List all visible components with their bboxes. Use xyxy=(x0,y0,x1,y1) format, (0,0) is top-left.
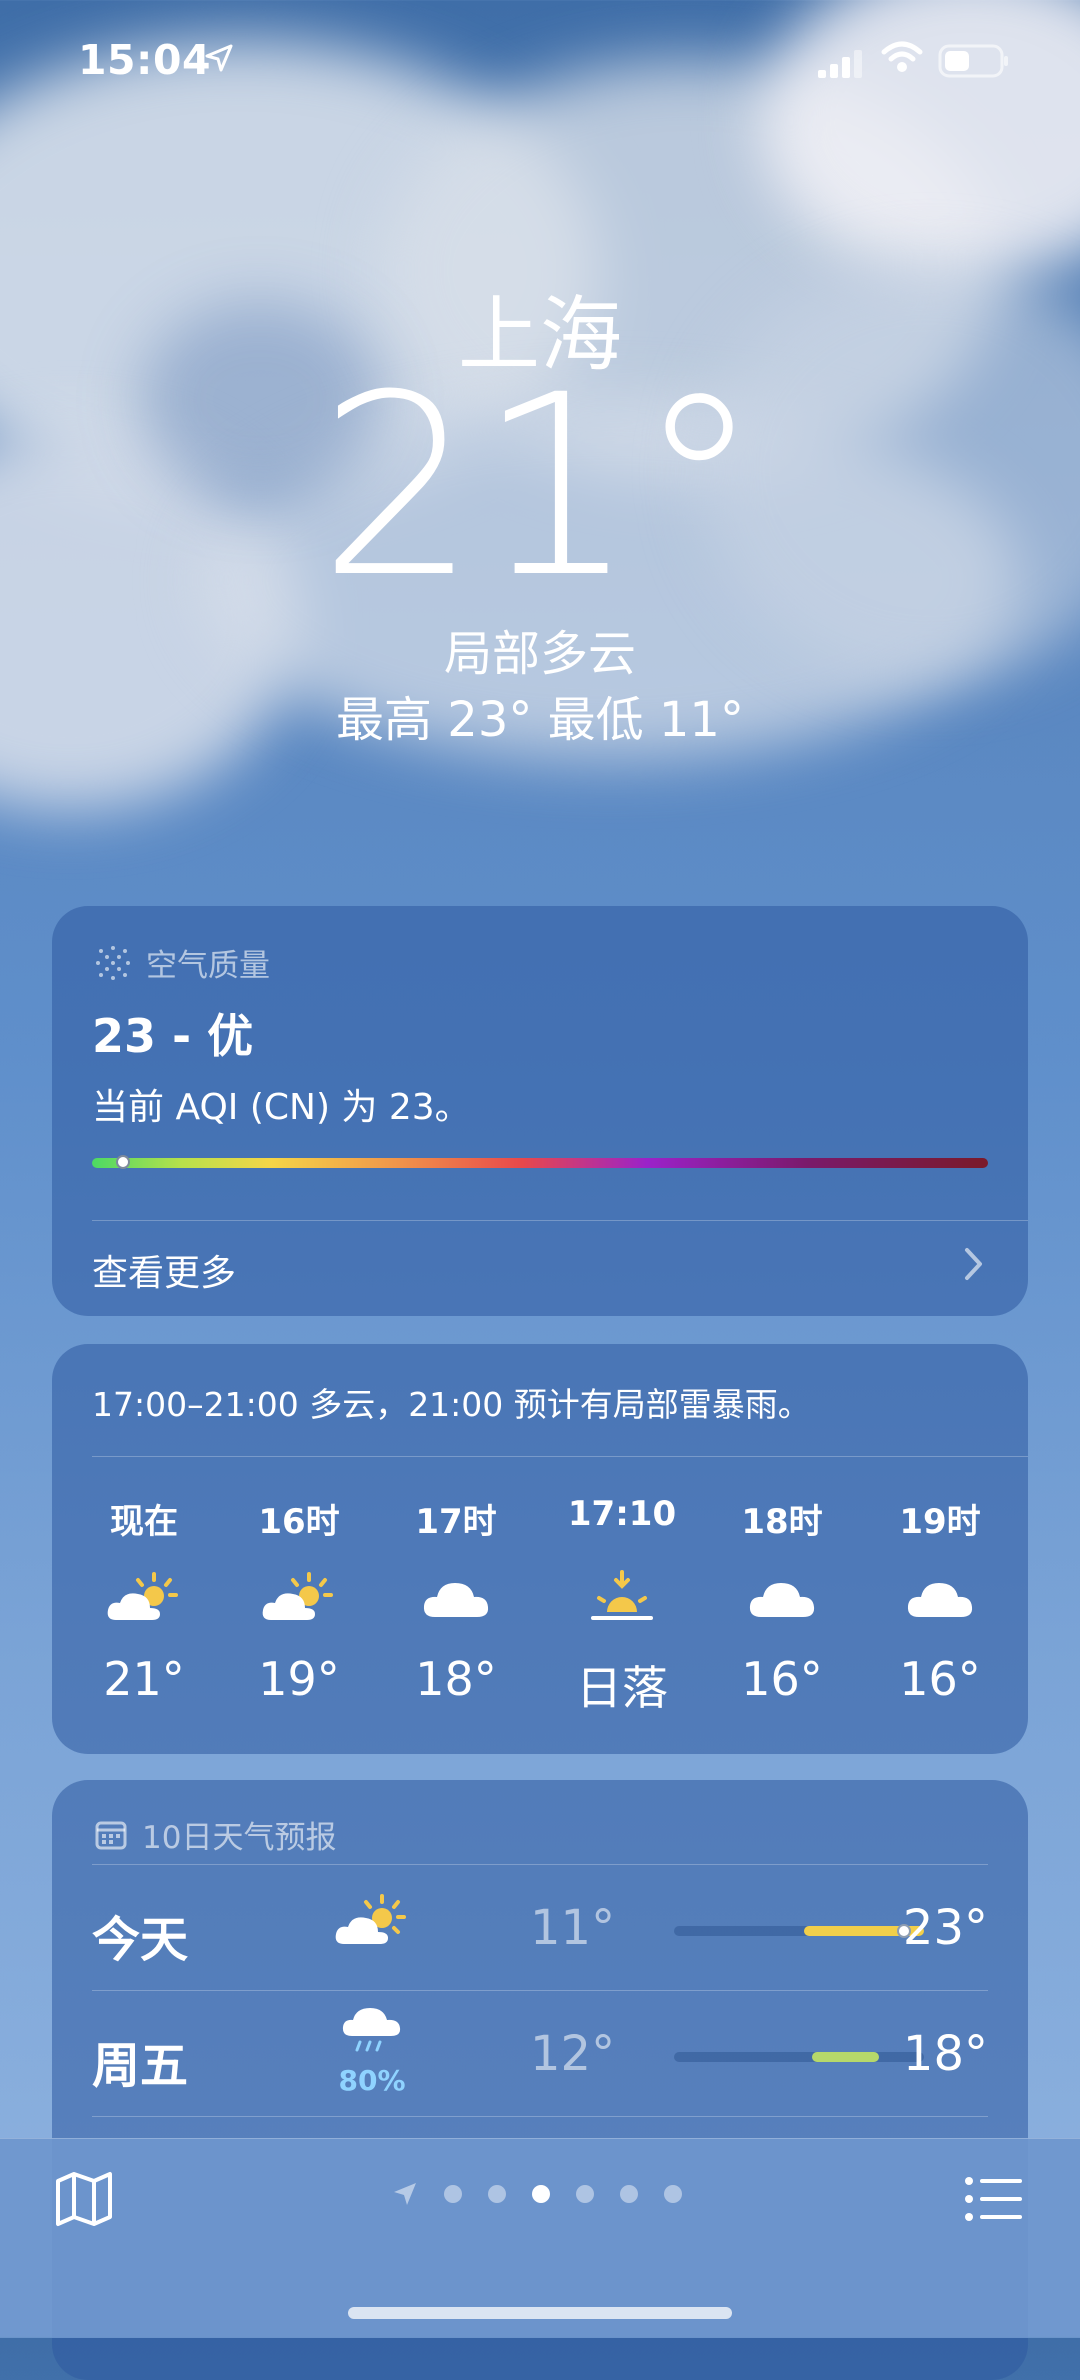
temp-range-bar xyxy=(674,1924,924,1938)
current-temperature: 21° xyxy=(318,341,762,632)
hour-item: 16时 19° xyxy=(229,1494,369,1706)
sunset-icon xyxy=(552,1570,692,1626)
aqi-indicator xyxy=(116,1155,131,1169)
list-icon[interactable] xyxy=(964,2175,1024,2223)
home-indicator xyxy=(348,2307,732,2319)
hourly-forecast-card[interactable]: 17:00–21:00 多云，21:00 预计有局部雷暴雨。 现在 21° 16… xyxy=(52,1344,1028,1754)
bottom-toolbar xyxy=(0,2138,1080,2338)
hour-temp: 19° xyxy=(258,1652,340,1706)
air-quality-header: 空气质量 xyxy=(94,940,270,985)
hour-temp: 16° xyxy=(899,1652,981,1706)
air-quality-title: 空气质量 xyxy=(146,948,270,984)
hour-temp: 16° xyxy=(741,1652,823,1706)
wifi-icon xyxy=(881,41,923,72)
day-high: 23° xyxy=(902,1900,988,1956)
page-dot[interactable] xyxy=(576,2185,594,2203)
see-more-label: 查看更多 xyxy=(92,1253,237,1294)
day-name: 周五 xyxy=(92,2038,189,2094)
hour-item: 现在 21° xyxy=(74,1494,214,1706)
page-dot[interactable] xyxy=(664,2185,682,2203)
hour-item: 17:10 日落 xyxy=(552,1494,692,1718)
divider xyxy=(92,1220,1028,1221)
hour-label: 19时 xyxy=(899,1502,981,1542)
high-low-temperature: 最高 23° 最低 11° xyxy=(336,692,744,748)
hour-label: 16时 xyxy=(258,1502,340,1542)
rain-cloud-icon: 80% xyxy=(322,2004,422,2097)
page-dot[interactable] xyxy=(488,2185,506,2203)
hour-label: 18时 xyxy=(741,1502,823,1542)
partly-cloudy-sun-icon xyxy=(74,1570,214,1626)
see-more-link[interactable]: 查看更多 xyxy=(92,1244,988,1300)
page-indicator[interactable] xyxy=(392,2181,682,2207)
temp-range-bar xyxy=(674,2052,924,2062)
location-arrow-icon xyxy=(394,2183,416,2205)
aqi-description: 当前 AQI (CN) 为 23。 xyxy=(92,1087,471,1128)
status-time: 15:04 xyxy=(78,36,212,84)
status-bar: 15:04 xyxy=(0,0,1080,120)
divider xyxy=(92,2116,988,2117)
hourly-summary: 17:00–21:00 多云，21:00 预计有局部雷暴雨。 xyxy=(92,1385,811,1424)
air-quality-icon xyxy=(96,945,130,980)
aqi-value: 23 - 优 xyxy=(92,1009,254,1063)
battery-icon xyxy=(938,44,1008,78)
ten-day-title: 10日天气预报 xyxy=(142,1820,337,1856)
sunset-label: 日落 xyxy=(576,1661,668,1715)
divider xyxy=(92,1456,1028,1457)
location-arrow-icon xyxy=(205,44,233,72)
divider xyxy=(92,1990,988,1991)
cloud-icon xyxy=(712,1570,852,1626)
hour-label: 现在 xyxy=(110,1502,178,1542)
hour-label: 17:10 xyxy=(567,1494,677,1534)
current-condition: 局部多云 xyxy=(443,626,636,682)
page-dot[interactable] xyxy=(444,2185,462,2203)
aqi-scale-bar xyxy=(92,1155,988,1169)
partly-cloudy-sun-icon xyxy=(229,1570,369,1626)
hour-label: 17时 xyxy=(415,1502,497,1542)
cloud-icon xyxy=(386,1570,526,1626)
day-row-today[interactable]: 今天 11° 23° xyxy=(92,1864,988,1990)
air-quality-card[interactable]: 空气质量 23 - 优 当前 AQI (CN) 为 23。 查看更多 xyxy=(52,906,1028,1316)
hour-temp: 18° xyxy=(415,1652,497,1706)
hour-item: 17时 18° xyxy=(386,1494,526,1706)
ten-day-header: 10日天气预报 xyxy=(94,1812,336,1857)
calendar-icon xyxy=(95,1821,127,1849)
partly-cloudy-sun-icon xyxy=(322,1890,422,1954)
day-low: 12° xyxy=(530,2026,616,2082)
page-dot[interactable] xyxy=(532,2185,550,2203)
precip-chance: 80% xyxy=(338,2064,406,2097)
hour-item: 18时 16° xyxy=(712,1494,852,1706)
hour-temp: 21° xyxy=(103,1652,185,1706)
cellular-signal-icon xyxy=(818,50,862,78)
divider xyxy=(92,1864,988,1865)
hour-item: 19时 16° xyxy=(870,1494,1010,1706)
temp-range-fill xyxy=(811,2052,879,2062)
day-row-friday[interactable]: 80% 周五 12° 18° xyxy=(92,1990,988,2116)
map-icon[interactable] xyxy=(54,2169,114,2229)
cloud-icon xyxy=(870,1570,1010,1626)
day-name: 今天 xyxy=(92,1912,189,1968)
chevron-right-icon xyxy=(965,1248,982,1280)
day-low: 11° xyxy=(530,1900,616,1956)
page-dot[interactable] xyxy=(620,2185,638,2203)
day-high: 18° xyxy=(902,2026,988,2082)
